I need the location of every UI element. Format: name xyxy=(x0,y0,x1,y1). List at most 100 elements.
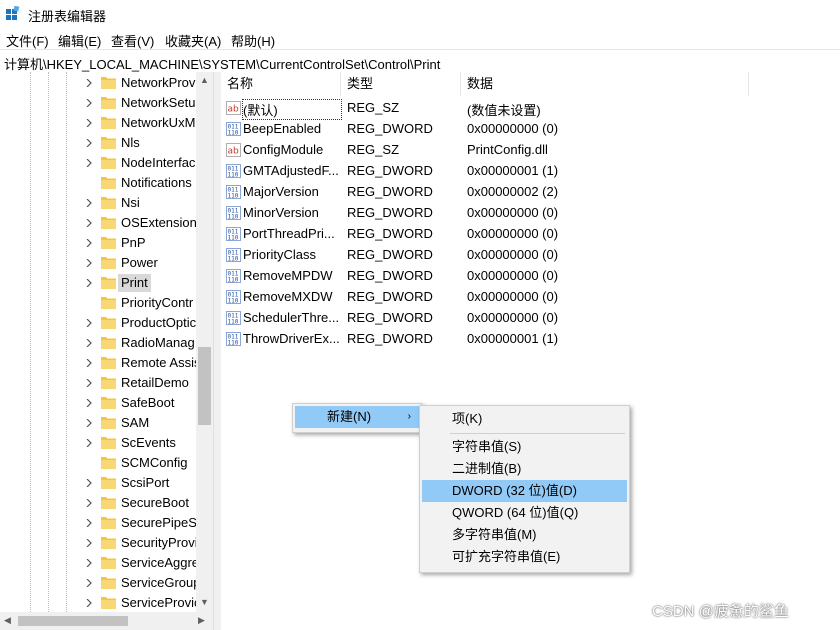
tree-item-radiomanag[interactable]: RadioManag xyxy=(0,333,196,353)
tree-item-sam[interactable]: SAM xyxy=(0,413,196,433)
submenu-item-5[interactable]: QWORD (64 位)值(Q) xyxy=(422,502,627,524)
value-type: REG_DWORD xyxy=(347,310,433,325)
scroll-right-arrow-icon[interactable]: ▶ xyxy=(198,615,205,626)
value-row[interactable]: 011 110 MinorVersion REG_DWORD 0x00000000 (0… xyxy=(221,203,821,224)
tree-item-serviceaggre[interactable]: ServiceAggre xyxy=(0,553,199,573)
tree-item-remote-assis[interactable]: Remote Assis xyxy=(0,353,200,373)
chevron-right-icon[interactable] xyxy=(86,99,92,107)
chevron-right-icon[interactable] xyxy=(86,379,92,387)
menu-favorites[interactable]: 收藏夹(A) xyxy=(163,31,223,50)
submenu-item-3[interactable]: 二进制值(B) xyxy=(422,458,627,480)
chevron-right-icon[interactable] xyxy=(86,579,92,587)
chevron-right-icon[interactable] xyxy=(86,199,92,207)
chevron-right-icon[interactable] xyxy=(86,399,92,407)
chevron-right-icon[interactable] xyxy=(86,479,92,487)
tree-item-networkprov[interactable]: NetworkProv xyxy=(0,73,196,93)
folder-icon xyxy=(101,437,116,449)
key-tree: NetworkProv NetworkSetu NetworkUxM Nls NodeI… xyxy=(0,72,212,612)
menu-view[interactable]: 查看(V) xyxy=(109,31,156,50)
scroll-left-arrow-icon[interactable]: ◀ xyxy=(4,615,11,626)
tree-item-securepipese[interactable]: SecurePipeSe xyxy=(0,513,204,533)
tree-item-prioritycontr[interactable]: PriorityContr xyxy=(0,293,196,313)
tree-item-osextensioni[interactable]: OSExtensionI xyxy=(0,213,201,233)
chevron-right-icon[interactable] xyxy=(86,519,92,527)
tree-item-pnp[interactable]: PnP xyxy=(0,233,196,253)
tree-item-serviceprovic[interactable]: ServiceProvic xyxy=(0,593,200,612)
address-bar[interactable]: 计算机\HKEY_LOCAL_MACHINE\SYSTEM\CurrentCon… xyxy=(0,49,840,73)
value-row[interactable]: 011 110 RemoveMXDW REG_DWORD 0x00000000 (0) xyxy=(221,287,821,308)
chevron-right-icon[interactable] xyxy=(86,139,92,147)
tree-item-scsiport[interactable]: ScsiPort xyxy=(0,473,196,493)
value-row[interactable]: 011 110 SchedulerThre... REG_DWORD 0x0000000… xyxy=(221,308,821,329)
menu-edit[interactable]: 编辑(E) xyxy=(56,31,103,50)
tree-item-scevents[interactable]: ScEvents xyxy=(0,433,196,453)
tree-item-secureboot[interactable]: SecureBoot xyxy=(0,493,196,513)
value-row[interactable]: ab ConfigModule REG_SZ PrintConfig.dll xyxy=(221,140,821,161)
tree-item-securityprovi[interactable]: SecurityProvi xyxy=(0,533,198,553)
value-row[interactable]: 011 110 GMTAdjustedF... REG_DWORD 0x00000001… xyxy=(221,161,821,182)
value-name: (默认) xyxy=(242,99,342,120)
value-name: BeepEnabled xyxy=(243,121,322,136)
tree-item-notifications[interactable]: Notifications xyxy=(0,173,196,193)
scroll-thumb[interactable] xyxy=(198,347,211,425)
chevron-right-icon[interactable] xyxy=(86,439,92,447)
tree-item-nls[interactable]: Nls xyxy=(0,133,196,153)
submenu-item-1[interactable]: 项(K) xyxy=(422,408,627,430)
chevron-right-icon[interactable] xyxy=(86,79,92,87)
chevron-right-icon[interactable] xyxy=(86,259,92,267)
address-path[interactable]: 计算机\HKEY_LOCAL_MACHINE\SYSTEM\CurrentCon… xyxy=(4,54,440,73)
tree-item-nsi[interactable]: Nsi xyxy=(0,193,196,213)
value-row[interactable]: 011 110 BeepEnabled REG_DWORD 0x00000000 (0) xyxy=(221,119,821,140)
chevron-right-icon[interactable] xyxy=(86,499,92,507)
submenu-item-6[interactable]: 多字符串值(M) xyxy=(422,524,627,546)
tree-item-scmconfig[interactable]: SCMConfig xyxy=(0,453,196,473)
chevron-right-icon[interactable] xyxy=(86,219,92,227)
chevron-right-icon[interactable] xyxy=(86,339,92,347)
scroll-thumb[interactable] xyxy=(18,616,128,626)
tree-item-label: ServiceGroup xyxy=(121,575,201,590)
context-menu-new[interactable]: 新建(N) › xyxy=(295,406,419,428)
folder-icon xyxy=(101,217,116,229)
folder-icon xyxy=(101,457,116,469)
tree-item-safeboot[interactable]: SafeBoot xyxy=(0,393,196,413)
chevron-right-icon[interactable] xyxy=(86,599,92,607)
submenu-item-7[interactable]: 可扩充字符串值(E) xyxy=(422,546,627,568)
value-row[interactable]: 011 110 MajorVersion REG_DWORD 0x00000002 (2… xyxy=(221,182,821,203)
chevron-right-icon[interactable] xyxy=(86,159,92,167)
value-row[interactable]: ab (默认) REG_SZ (数值未设置) xyxy=(221,98,821,120)
tree-item-productoptic[interactable]: ProductOptic xyxy=(0,313,196,333)
column-header-type[interactable]: 类型 xyxy=(341,72,461,96)
chevron-right-icon[interactable] xyxy=(86,539,92,547)
column-header-name[interactable]: 名称 xyxy=(221,72,341,96)
tree-item-power[interactable]: Power xyxy=(0,253,196,273)
tree-item-retaildemo[interactable]: RetailDemo xyxy=(0,373,196,393)
tree-horizontal-scrollbar[interactable]: ◀ ▶ xyxy=(0,612,213,630)
value-type: REG_SZ xyxy=(347,100,400,115)
scroll-down-arrow-icon[interactable]: ▼ xyxy=(200,597,209,607)
chevron-right-icon[interactable] xyxy=(86,359,92,367)
chevron-right-icon[interactable] xyxy=(86,279,92,287)
submenu-item-4[interactable]: DWORD (32 位)值(D) xyxy=(422,480,627,502)
submenu-item-2[interactable]: 字符串值(S) xyxy=(422,436,627,458)
chevron-right-icon[interactable] xyxy=(86,119,92,127)
value-row[interactable]: 011 110 PortThreadPri... REG_DWORD 0x0000000… xyxy=(221,224,821,245)
tree-item-networkuxm[interactable]: NetworkUxM xyxy=(0,113,196,133)
tree-item-label: PnP xyxy=(121,235,146,250)
scroll-up-arrow-icon[interactable]: ▲ xyxy=(200,75,209,85)
pane-splitter[interactable] xyxy=(213,72,221,630)
value-row[interactable]: 011 110 ThrowDriverEx... REG_DWORD 0x0000000… xyxy=(221,329,821,350)
column-header-data[interactable]: 数据 xyxy=(461,72,749,96)
tree-item-servicegroup[interactable]: ServiceGroup xyxy=(0,573,200,593)
tree-vertical-scrollbar[interactable]: ▲ ▼ xyxy=(196,72,213,612)
tree-item-print[interactable]: Print xyxy=(0,273,196,293)
tree-item-networksetu[interactable]: NetworkSetu xyxy=(0,93,196,113)
chevron-right-icon[interactable] xyxy=(86,559,92,567)
menu-help[interactable]: 帮助(H) xyxy=(229,31,277,50)
menu-file[interactable]: 文件(F) xyxy=(4,31,51,50)
value-row[interactable]: 011 110 RemoveMPDW REG_DWORD 0x00000000 (0) xyxy=(221,266,821,287)
chevron-right-icon[interactable] xyxy=(86,239,92,247)
chevron-right-icon[interactable] xyxy=(86,419,92,427)
value-row[interactable]: 011 110 PriorityClass REG_DWORD 0x00000000 (… xyxy=(221,245,821,266)
tree-item-nodeinterfac[interactable]: NodeInterfac xyxy=(0,153,196,173)
chevron-right-icon[interactable] xyxy=(86,319,92,327)
